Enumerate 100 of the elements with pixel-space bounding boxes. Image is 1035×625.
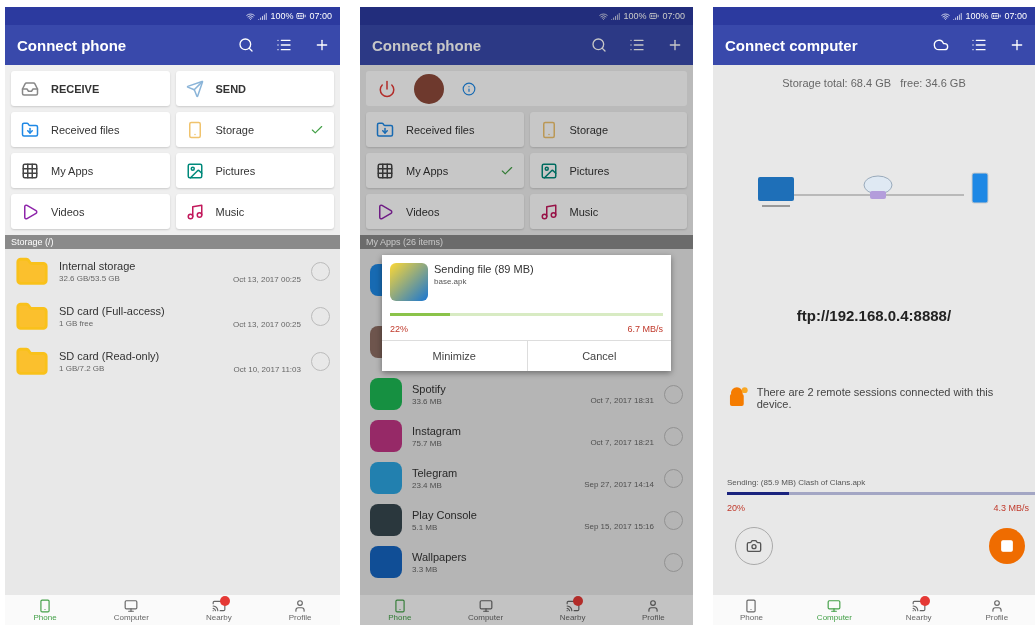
- play-icon: [376, 202, 394, 221]
- category-tile[interactable]: Videos: [366, 194, 524, 229]
- category-tile[interactable]: Storage: [529, 112, 687, 147]
- signal-icon: [953, 11, 963, 21]
- search-button[interactable]: [238, 37, 254, 53]
- list-row[interactable]: Spotify 33.6 MB Oct 7, 2017 18:31: [360, 373, 693, 415]
- nav-tab[interactable]: Computer: [468, 598, 504, 622]
- category-tile[interactable]: My Apps: [11, 153, 170, 188]
- nav-tab[interactable]: Nearby: [205, 598, 232, 622]
- list-row[interactable]: Wallpapers 3.3 MB: [360, 541, 693, 583]
- storage-total: Storage total: 68.4 GB: [782, 77, 892, 89]
- list-row[interactable]: Play Console 5.1 MB Sep 15, 2017 15:16: [360, 499, 693, 541]
- cast-icon: [211, 598, 226, 613]
- dialog-button[interactable]: Minimize: [382, 341, 527, 371]
- stop-button[interactable]: [989, 528, 1025, 564]
- item-size: 5.1 MB: [412, 522, 439, 532]
- app-icon: [370, 378, 402, 410]
- cloud-button[interactable]: [933, 37, 949, 53]
- item-name: Play Console: [412, 508, 478, 521]
- avatar[interactable]: [414, 73, 444, 104]
- battery-percent: 100%: [270, 11, 294, 21]
- add-button[interactable]: [1009, 37, 1025, 53]
- category-tile[interactable]: Received files: [366, 112, 524, 147]
- list-button[interactable]: [276, 37, 292, 53]
- picture-icon: [539, 161, 558, 180]
- dialog-title: Sending file (89 MB): [434, 263, 535, 275]
- monitor-icon: [827, 598, 842, 613]
- list-button[interactable]: [971, 37, 987, 53]
- item-size: 23.4 MB: [412, 480, 443, 490]
- progress-percent: 22%: [390, 324, 408, 334]
- item-date: Oct 13, 2017 00:25: [232, 275, 301, 284]
- nav-tab[interactable]: Profile: [985, 598, 1009, 622]
- nav-tab[interactable]: Phone: [739, 598, 764, 622]
- storage-free: free: 34.6 GB: [900, 77, 966, 89]
- info-icon: [462, 81, 476, 96]
- sessions-message: There are 2 remote sessions connected with this device.: [756, 386, 995, 410]
- item-date: Oct 7, 2017 18:31: [590, 396, 654, 405]
- profile-icon: [646, 598, 661, 613]
- power-icon: [378, 79, 396, 98]
- nav-tab[interactable]: Nearby: [905, 598, 932, 622]
- signal-icon: [258, 11, 268, 21]
- add-button[interactable]: [667, 37, 683, 53]
- category-tile[interactable]: Pictures: [175, 153, 334, 188]
- search-button[interactable]: [591, 37, 607, 53]
- nav-tab[interactable]: Nearby: [559, 598, 586, 622]
- app-icon: [370, 504, 402, 536]
- list-row[interactable]: SD card (Full-access) 1 GB free Oct 13, 2017 00:25: [5, 294, 340, 339]
- category-tile[interactable]: Music: [175, 194, 334, 229]
- grid-icon: [21, 161, 39, 180]
- battery-percent: 100%: [965, 11, 989, 21]
- category-tile[interactable]: Music: [529, 194, 687, 229]
- list-row[interactable]: SD card (Read-only) 1 GB/7.2 GB Oct 10, 2017 11:03: [5, 339, 340, 384]
- item-date: Oct 13, 2017 00:25: [232, 320, 301, 329]
- music-note-icon: [185, 202, 204, 221]
- category-tile[interactable]: Videos: [11, 194, 170, 229]
- clock: 07:00: [662, 11, 685, 21]
- category-tile[interactable]: SEND: [175, 71, 334, 106]
- list-button[interactable]: [629, 37, 645, 53]
- add-icon: [1009, 37, 1025, 53]
- app-icon: [390, 263, 428, 301]
- list-icon: [971, 37, 987, 53]
- item-date: Sep 27, 2017 14:14: [584, 480, 654, 489]
- add-button[interactable]: [314, 37, 330, 53]
- list-row[interactable]: Internal storage 32.6 GB/53.5 GB Oct 13, 2017 00:25: [5, 249, 340, 294]
- phone-icon: [392, 598, 407, 613]
- nav-tab[interactable]: Computer: [113, 598, 149, 622]
- transfer-label: Sending: (85.9 MB) Clash of Clans.apk: [726, 478, 867, 487]
- battery-icon: [649, 11, 660, 21]
- dialog-button[interactable]: Cancel: [526, 341, 671, 371]
- progress-percent: 20%: [727, 503, 745, 513]
- paper-plane-icon: [185, 79, 204, 98]
- item-name: Spotify: [412, 382, 447, 395]
- folder-icon: [21, 120, 39, 139]
- search-icon: [591, 37, 607, 53]
- clock: 07:00: [309, 11, 332, 21]
- item-date: Oct 10, 2017 11:03: [233, 365, 301, 374]
- category-tile[interactable]: Pictures: [529, 153, 687, 188]
- nav-tab[interactable]: Profile: [288, 598, 312, 622]
- wifi-icon: [941, 11, 951, 21]
- add-icon: [667, 37, 683, 53]
- category-tile[interactable]: Storage: [175, 112, 334, 147]
- category-tile[interactable]: RECEIVE: [11, 71, 170, 106]
- section-header: Storage (/): [5, 235, 340, 249]
- list-row[interactable]: Telegram 23.4 MB Sep 27, 2017 14:14: [360, 457, 693, 499]
- category-tile[interactable]: My Apps: [366, 153, 524, 188]
- search-icon: [238, 37, 254, 53]
- profile-icon: [989, 598, 1004, 613]
- list-row[interactable]: Instagram 75.7 MB Oct 7, 2017 18:21: [360, 415, 693, 457]
- item-size: 3.3 MB: [412, 564, 439, 574]
- nav-tab[interactable]: Profile: [642, 598, 665, 622]
- wifi-icon: [246, 11, 256, 21]
- battery-icon: [296, 11, 307, 21]
- file-name: base.apk: [434, 277, 468, 286]
- category-tile[interactable]: Received files: [11, 112, 170, 147]
- screen-title: Connect phone: [372, 36, 483, 54]
- clock: 07:00: [1004, 11, 1027, 21]
- list-icon: [629, 37, 645, 53]
- folder-icon: [376, 120, 394, 139]
- inbox-icon: [21, 79, 39, 98]
- item-name: Telegram: [412, 466, 459, 479]
